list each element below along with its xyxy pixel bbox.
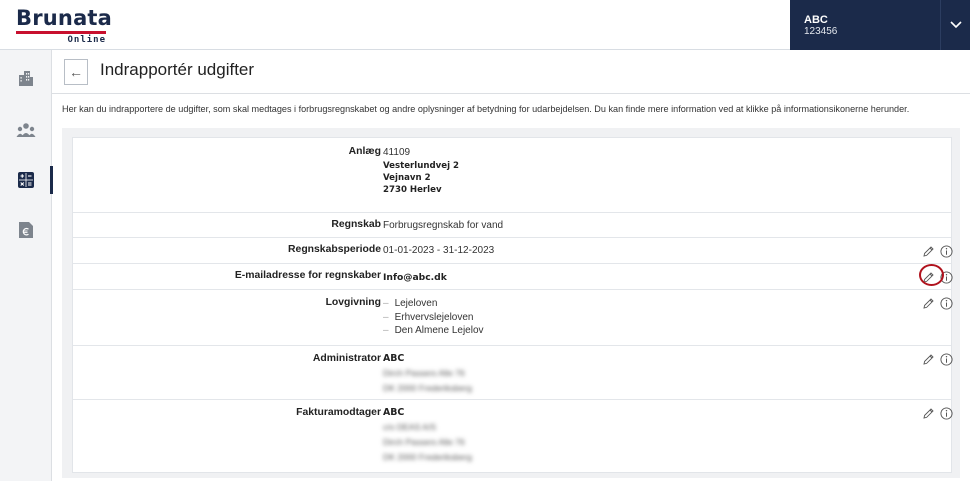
sidebar-item-buildings[interactable] [0, 58, 52, 98]
details-panel: Anlæg 41109 Vesterlundvej 2 Vejnavn 2 27… [72, 137, 953, 473]
email-value: Info@abc.dk [383, 272, 447, 283]
list-item: – Erhvervslejeloven [383, 311, 474, 323]
info-icon [940, 352, 953, 366]
periode-actions [921, 242, 955, 260]
lovgivning-actions [921, 294, 955, 312]
administrator-address-line: Dirch Passers Alle 76 [383, 368, 465, 378]
info-icon [940, 244, 953, 258]
pencil-icon [923, 407, 934, 419]
info-icon [940, 296, 953, 310]
administrator-address-line: DK 2000 Frederiksberg [383, 383, 472, 393]
chevron-down-icon [949, 21, 962, 29]
brunata-logo[interactable]: Brunata Online [16, 6, 116, 45]
fakturamodtager-address-line: DK 2000 Frederiksberg [383, 452, 472, 462]
anlaeg-number: 41109 [383, 147, 411, 158]
edit-fakturamodtager-button[interactable] [921, 406, 936, 421]
sidebar [0, 50, 53, 481]
arrow-left-icon: ← [69, 64, 83, 80]
lovgivning-label: Lovgivning [325, 297, 381, 308]
pencil-icon [923, 245, 934, 257]
fakturamodtager-address-line: Dirch Passers Alle 76 [383, 437, 465, 447]
info-icon [940, 270, 953, 284]
sidebar-item-people[interactable] [0, 110, 52, 150]
edit-administrator-button[interactable] [921, 352, 936, 367]
pencil-icon [923, 353, 934, 365]
row-fakturamodtager: Fakturamodtager ABC c/o DEAS A/S Dirch P… [73, 400, 953, 472]
calculator-icon [18, 172, 34, 188]
people-icon [16, 123, 36, 137]
info-icon [940, 406, 953, 420]
logo-text: Brunata [16, 6, 113, 30]
page-header: ← Indrapportér udgifter [52, 50, 970, 94]
lovgivning-list: – Lejeloven – Erhvervslejeloven – Den Almen… [383, 297, 484, 338]
anlaeg-value: 41109 Vesterlundvej 2 Vejnavn 2 2730 Her… [383, 146, 459, 196]
info-email-button[interactable] [939, 270, 954, 285]
sidebar-item-invoices[interactable] [0, 210, 52, 250]
top-bar: Brunata Online ABC 123456 [0, 0, 970, 50]
row-anlaeg: Anlæg 41109 Vesterlundvej 2 Vejnavn 2 27… [73, 138, 951, 213]
document-euro-icon [19, 222, 33, 238]
list-item: – Den Almene Lejelov [383, 325, 484, 336]
row-regnskabsperiode: Regnskabsperiode 01-01-2023 - 31-12-2023 [73, 238, 953, 264]
pencil-icon [923, 271, 934, 283]
administrator-name: ABC [383, 353, 405, 364]
anlaeg-address-line: Vesterlundvej 2 [383, 161, 459, 171]
administrator-value: ABC Dirch Passers Alle 76 DK 2000 Freder… [383, 352, 472, 396]
fakturamodtager-address-line: c/o DEAS A/S [383, 422, 437, 432]
back-button[interactable]: ← [64, 59, 88, 85]
row-administrator: Administrator ABC Dirch Passers Alle 76 … [73, 346, 953, 400]
fakturamodtager-actions [921, 404, 955, 422]
building-icon [19, 71, 33, 86]
info-fakturamodtager-button[interactable] [939, 406, 954, 421]
account-number: 123456 [804, 26, 838, 37]
edit-periode-button[interactable] [921, 244, 936, 259]
anlaeg-address-line: Vejnavn 2 [383, 173, 431, 183]
regnskab-value: Forbrugsregnskab for vand [383, 220, 504, 231]
email-actions [921, 268, 955, 286]
sidebar-item-expenses[interactable] [0, 160, 53, 200]
periode-value: 01-01-2023 - 31-12-2023 [383, 245, 495, 256]
page-title: Indrapportér udgifter [100, 60, 255, 79]
administrator-label: Administrator [312, 353, 381, 364]
row-regnskab: Regnskab Forbrugsregnskab for vand [73, 213, 951, 238]
row-email: E-mailadresse for regnskaber Info@abc.dk [73, 264, 953, 290]
list-item: – Lejeloven [383, 298, 438, 309]
email-label: E-mailadresse for regnskaber [234, 270, 381, 281]
fakturamodtager-name: ABC [383, 407, 405, 418]
administrator-actions [921, 350, 955, 368]
anlaeg-address-line: 2730 Herlev [383, 185, 442, 195]
fakturamodtager-label: Fakturamodtager [296, 407, 381, 418]
account-name: ABC [804, 14, 828, 26]
info-lovgivning-button[interactable] [939, 296, 954, 311]
info-periode-button[interactable] [939, 244, 954, 259]
logo-underline [16, 31, 106, 34]
periode-label: Regnskabsperiode [288, 244, 381, 255]
account-panel[interactable]: ABC 123456 [790, 0, 940, 50]
info-administrator-button[interactable] [939, 352, 954, 367]
logo-subtext: Online [67, 35, 106, 45]
intro-text: Her kan du indrapportere de udgifter, so… [62, 104, 910, 114]
row-lovgivning: Lovgivning – Lejeloven – Erhvervslejeloven… [73, 290, 953, 346]
account-dropdown-toggle[interactable] [940, 0, 970, 50]
regnskab-label: Regnskab [331, 219, 381, 230]
fakturamodtager-value: ABC c/o DEAS A/S Dirch Passers Alle 76 D… [383, 406, 472, 465]
edit-lovgivning-button[interactable] [921, 296, 936, 311]
anlaeg-label: Anlæg [348, 146, 381, 157]
edit-email-button[interactable] [921, 270, 936, 285]
pencil-icon [923, 297, 934, 309]
